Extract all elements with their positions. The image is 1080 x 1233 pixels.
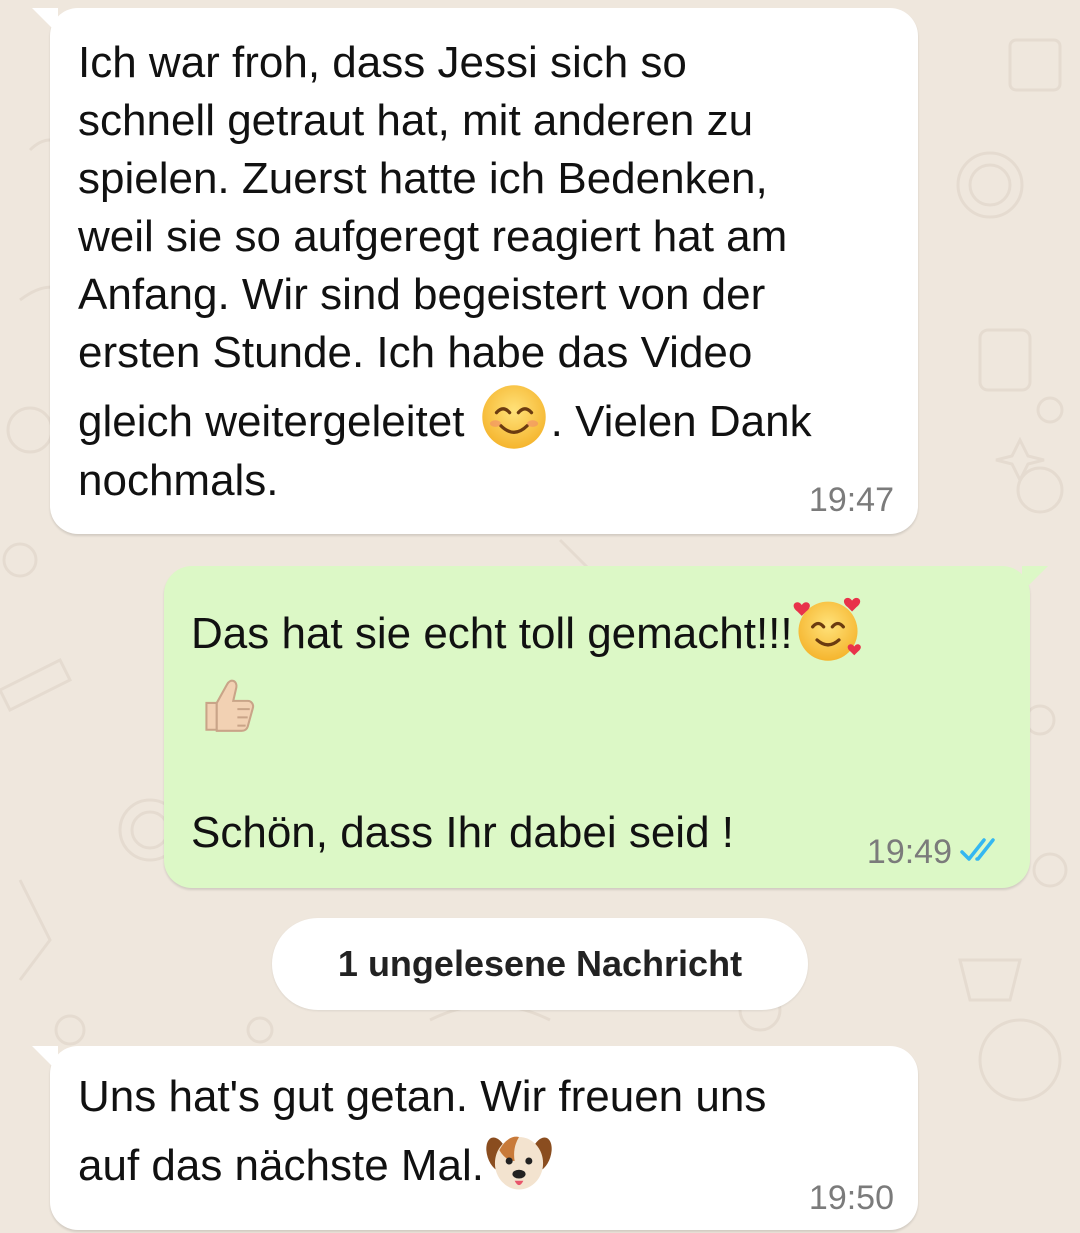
smiling-face-with-hearts-icon bbox=[793, 597, 861, 661]
message-text-part: Ich war froh, dass Jessi sich so schnell… bbox=[78, 38, 788, 446]
message-text: Ich war froh, dass Jessi sich so schnell… bbox=[78, 34, 908, 510]
message-timestamp: 19:50 bbox=[808, 1179, 894, 1217]
message-text-part: Uns hat's gut getan. Wir freuen uns auf … bbox=[78, 1072, 767, 1190]
dog-face-icon bbox=[486, 1136, 552, 1190]
bubble-tail bbox=[1022, 566, 1048, 592]
bubble-tail bbox=[32, 1046, 58, 1072]
message-timestamp: 19:49 bbox=[867, 833, 1006, 872]
message-bubble-incoming[interactable]: Ich war froh, dass Jessi sich so schnell… bbox=[32, 8, 918, 534]
message-bubble-incoming[interactable]: Uns hat's gut getan. Wir freuen uns auf … bbox=[32, 1046, 918, 1230]
message-bubble-outgoing[interactable]: Das hat sie echt toll gemacht!!! Schön, … bbox=[164, 566, 1048, 888]
read-double-check-icon bbox=[960, 838, 995, 861]
message-time: 19:49 bbox=[866, 833, 952, 871]
smiling-face-with-smiling-eyes-icon bbox=[481, 385, 546, 449]
message-timestamp: 19:47 bbox=[808, 481, 894, 519]
message-text: Das hat sie echt toll gemacht!!! bbox=[191, 594, 991, 664]
message-text-part: Das hat sie echt toll gemacht!!! bbox=[191, 609, 793, 658]
thumbs-up-icon bbox=[205, 679, 255, 732]
message-text: Schön, dass Ihr dabei seid ! bbox=[191, 808, 734, 857]
unread-messages-divider: 1 ungelesene Nachricht bbox=[272, 918, 808, 1010]
bubble-tail bbox=[32, 8, 58, 34]
message-text: Uns hat's gut getan. Wir freuen uns auf … bbox=[78, 1068, 868, 1196]
